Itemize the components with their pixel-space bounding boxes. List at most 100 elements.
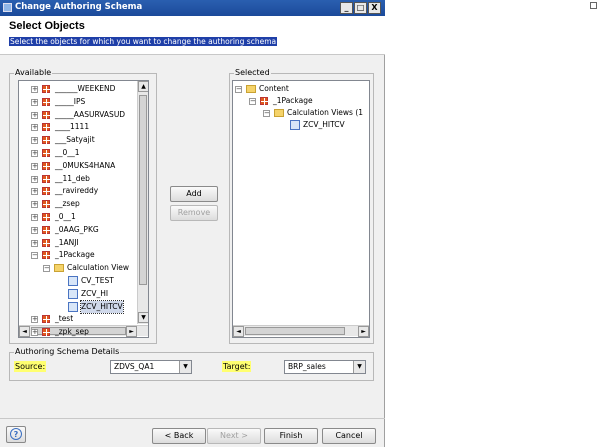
tree-item[interactable]: − Calculation View — [19, 262, 137, 274]
tree-item[interactable]: − _1Package — [19, 249, 137, 261]
tree-item[interactable]: + _0__1 — [19, 211, 137, 223]
tree-item[interactable]: + _1ANJI — [19, 237, 137, 249]
expand-toggle[interactable]: + — [31, 111, 38, 119]
chevron-down-icon[interactable]: ▼ — [179, 361, 191, 373]
tree-item[interactable]: + __11_deb — [19, 173, 137, 185]
scroll-up-button[interactable]: ▲ — [138, 81, 148, 92]
add-button[interactable]: Add — [170, 186, 218, 202]
title-bar: Change Authoring Schema _ □ X — [0, 0, 385, 16]
expand-toggle[interactable]: + — [31, 329, 38, 337]
collapse-toggle[interactable]: − — [235, 86, 242, 93]
folder-icon — [54, 264, 64, 273]
collapse-toggle[interactable]: − — [263, 110, 270, 117]
tree-item[interactable]: CV_TEST — [19, 275, 137, 287]
cancel-button[interactable]: Cancel — [322, 428, 376, 444]
tree-item[interactable]: + _____AASURVASUD — [19, 109, 137, 121]
package-icon — [42, 174, 50, 183]
tree-item[interactable]: ZCV_HITCV — [19, 299, 137, 314]
expand-toggle[interactable]: + — [31, 201, 38, 209]
tree-item[interactable]: + __ravireddy — [19, 185, 137, 197]
tree-item-label: _1Package — [273, 96, 313, 105]
collapse-toggle[interactable]: − — [43, 265, 50, 273]
hscroll-thumb[interactable] — [245, 327, 345, 335]
collapse-toggle[interactable]: − — [249, 98, 256, 105]
expand-toggle[interactable]: + — [31, 124, 38, 132]
selected-tree[interactable]: ◄ ► − Content − _1Package − Calculation Views… — [232, 80, 370, 338]
close-button[interactable]: X — [368, 2, 381, 14]
expand-toggle[interactable]: + — [31, 226, 38, 234]
expand-toggle[interactable]: + — [31, 137, 38, 145]
app-icon — [3, 3, 12, 12]
tree-item-label: Content — [259, 84, 289, 93]
scroll-thumb[interactable] — [139, 95, 147, 285]
tree-item[interactable]: − Content — [233, 83, 351, 95]
package-icon — [42, 149, 50, 157]
minimize-button[interactable]: _ — [340, 2, 353, 14]
back-button[interactable]: < Back — [152, 428, 206, 444]
tree-item[interactable]: + ___Satyajit — [19, 134, 137, 146]
folder-icon — [274, 109, 284, 117]
selected-hscroll[interactable]: ◄ ► — [233, 325, 369, 337]
expand-toggle[interactable]: + — [31, 316, 38, 324]
tree-item[interactable]: + ______WEEKEND — [19, 83, 137, 95]
footer-divider — [0, 418, 385, 419]
tree-item[interactable]: + __0__1 — [19, 147, 137, 159]
available-vscroll[interactable]: ▲ ▼ — [137, 81, 148, 324]
package-icon — [42, 251, 50, 260]
tree-item[interactable]: ZCV_HI — [19, 288, 137, 300]
expand-toggle[interactable]: + — [31, 150, 38, 157]
calc-view-icon — [290, 120, 300, 130]
tree-item[interactable]: + _0AAG_PKG — [19, 224, 137, 236]
scroll-down-button[interactable]: ▼ — [138, 312, 148, 323]
remove-button[interactable]: Remove — [170, 205, 218, 221]
tree-item-label: CV_TEST — [81, 276, 114, 285]
maximize-button[interactable]: □ — [354, 2, 367, 14]
tree-item[interactable]: + _zpk_sep — [19, 326, 137, 337]
tree-item[interactable]: + _test — [19, 313, 137, 325]
help-button[interactable]: ? — [6, 426, 26, 443]
package-icon — [42, 97, 50, 106]
calc-view-icon — [68, 276, 78, 286]
expand-toggle[interactable]: + — [31, 162, 38, 170]
expand-toggle[interactable]: + — [31, 98, 38, 106]
finish-button[interactable]: Finish — [264, 428, 318, 444]
tree-item-label: ZCV_HI — [81, 288, 109, 298]
package-icon — [42, 225, 50, 234]
source-label: Source: — [14, 361, 47, 372]
available-group: Available ▲ ▼ ◄ ► + ______WEEKEND + _____IP… — [9, 68, 157, 344]
corner-mark — [590, 2, 597, 9]
chevron-down-icon[interactable]: ▼ — [353, 361, 365, 373]
expand-toggle[interactable]: + — [31, 175, 38, 183]
scroll-right-button[interactable]: ► — [358, 326, 369, 337]
tree-item[interactable]: + __zsep — [19, 198, 137, 210]
tree-item-label: ___Satyajit — [55, 135, 95, 145]
source-select[interactable]: ZDVS_QA1 ▼ — [110, 360, 192, 374]
tree-item[interactable]: + ____1111 — [19, 121, 137, 133]
calc-view-icon — [68, 288, 78, 299]
target-value: BRP_sales — [288, 362, 326, 371]
target-select[interactable]: BRP_sales ▼ — [284, 360, 366, 374]
scroll-left-button[interactable]: ◄ — [233, 326, 244, 337]
package-icon — [42, 238, 50, 247]
tree-item[interactable]: − _1Package — [233, 95, 351, 107]
next-button[interactable]: Next > — [207, 428, 261, 444]
folder-icon — [246, 85, 256, 93]
available-tree[interactable]: ▲ ▼ ◄ ► + ______WEEKEND + _____IPS + _____AAS… — [18, 80, 149, 338]
tree-item[interactable]: + __0MUKS4HANA — [19, 160, 137, 172]
tree-item[interactable]: + _____IPS — [19, 96, 137, 108]
package-icon — [42, 213, 50, 221]
expand-toggle[interactable]: + — [31, 86, 38, 93]
tree-item-label: _1ANJI — [55, 237, 79, 247]
expand-toggle[interactable]: + — [31, 188, 38, 196]
collapse-toggle[interactable]: − — [31, 252, 38, 260]
page-header: Select Objects Select the objects for wh… — [0, 16, 385, 55]
tree-item[interactable]: ZCV_HITCV — [233, 119, 351, 131]
tree-item-label: ______WEEKEND — [55, 84, 116, 93]
tree-item-label: Calculation View — [67, 263, 130, 273]
tree-item[interactable]: − Calculation Views (1 — [233, 107, 363, 119]
expand-toggle[interactable]: + — [31, 239, 38, 247]
package-icon — [260, 97, 268, 105]
package-icon — [42, 328, 50, 337]
package-icon — [42, 136, 50, 145]
expand-toggle[interactable]: + — [31, 214, 38, 221]
